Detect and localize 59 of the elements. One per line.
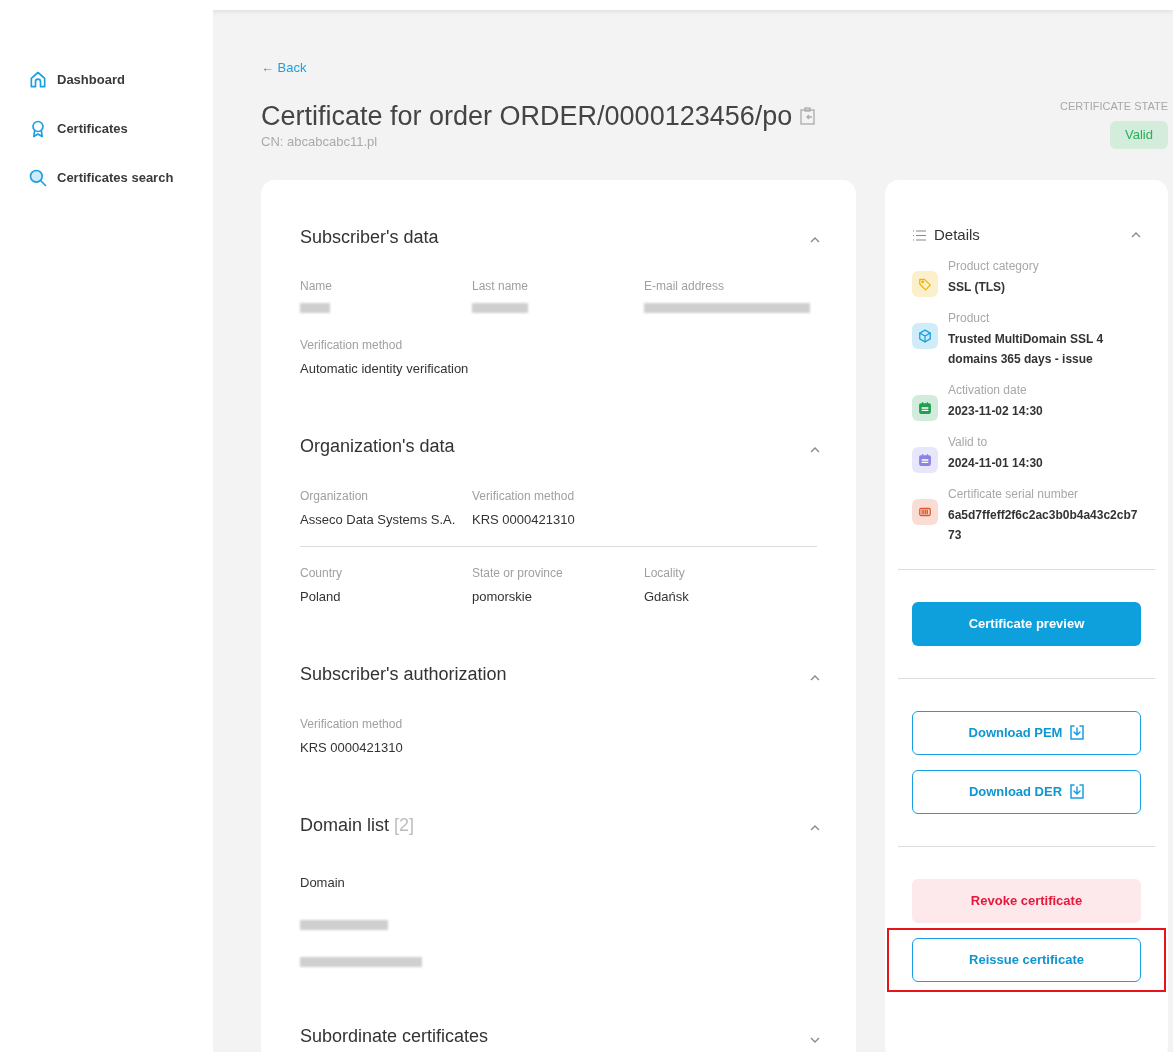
field-value: Gdańsk: [644, 588, 690, 606]
field-value: KRS 0000421310: [300, 738, 404, 757]
detail-label: Certificate serial number: [948, 485, 1080, 503]
sidebar-link[interactable]: Certificates: [28, 119, 213, 139]
detail-value: 2024-11-01 14:30: [948, 454, 1043, 472]
field-label: Last name: [472, 278, 530, 295]
state-label: CERTIFICATE STATE: [1060, 98, 1168, 114]
clipboard-icon[interactable]: [800, 106, 817, 125]
field-label: Locality: [644, 565, 686, 582]
details-title: Details: [934, 225, 980, 245]
field-label: Name: [300, 278, 333, 295]
detail-label: Activation date: [948, 381, 1028, 399]
state-badge: Valid: [1110, 121, 1168, 149]
action-button[interactable]: Revoke certificate: [912, 878, 1141, 923]
detail-value: 2023-11-02 14:30: [948, 402, 1043, 420]
detail-value: Trusted MultiDomain SSL 4 domains 365 days - issue: [948, 330, 1105, 368]
download-button[interactable]: Download PEM: [912, 710, 1141, 755]
field-value: Automatic identity verification: [300, 360, 470, 378]
download-button[interactable]: Download DER: [912, 769, 1141, 814]
collapse-chevron-icon[interactable]: [810, 674, 820, 681]
detail-value: SSL (TLS): [948, 278, 1007, 296]
detail-label: Valid to: [948, 433, 989, 451]
collapse-chevron-icon[interactable]: [810, 825, 820, 831]
collapse-chevron-icon[interactable]: [810, 446, 820, 453]
common-name: CN: abcabcabc11.pl: [261, 132, 379, 151]
field-value: Poland: [300, 588, 342, 606]
field-value: KRS 0000421310: [472, 510, 576, 529]
detail-label: Product category: [948, 257, 1039, 275]
field-label: E-mail address: [644, 278, 726, 295]
section-title: Organization's data: [300, 435, 455, 458]
section-title: Subordinate certificates: [300, 1025, 489, 1048]
field-label: Verification method: [300, 715, 404, 733]
sidebar-link[interactable]: Dashboard: [28, 70, 213, 90]
action-button[interactable]: Certificate preview: [912, 601, 1141, 646]
section-title: Subscriber's data: [300, 225, 439, 249]
page-title: Certificate for order ORDER/0000123456/po: [261, 99, 793, 132]
field-label: Country: [300, 565, 344, 582]
list-icon: [912, 229, 926, 241]
expand-chevron-icon[interactable]: [810, 1036, 820, 1043]
download-icon: [1070, 725, 1085, 740]
field-value: pomorskie: [472, 588, 533, 606]
field-label: Verification method: [472, 487, 576, 505]
collapse-chevron-icon[interactable]: [1131, 232, 1141, 239]
collapse-chevron-icon[interactable]: [810, 237, 820, 243]
detail-label: Product: [948, 309, 991, 327]
section-title: Subscriber's authorization: [300, 663, 507, 686]
action-button[interactable]: Reissue certificate: [912, 937, 1141, 982]
field-label: Verification method: [300, 337, 404, 354]
section-title: Domain list [2]: [300, 813, 415, 837]
sidebar-link[interactable]: Certificates search: [28, 168, 213, 188]
field-value: Asseco Data Systems S.A.: [300, 510, 457, 529]
list-heading: Domain: [300, 874, 346, 892]
home-icon: [28, 70, 48, 90]
back-link[interactable]: ← Back: [261, 58, 307, 78]
field-label: State or province: [472, 565, 564, 582]
field-label: Organization: [300, 487, 370, 505]
download-icon: [1070, 784, 1085, 799]
detail-value: 6a5d7ffeff2f6c2ac3b0b4a43c2cb773: [948, 506, 1139, 544]
search-icon: [28, 168, 48, 188]
